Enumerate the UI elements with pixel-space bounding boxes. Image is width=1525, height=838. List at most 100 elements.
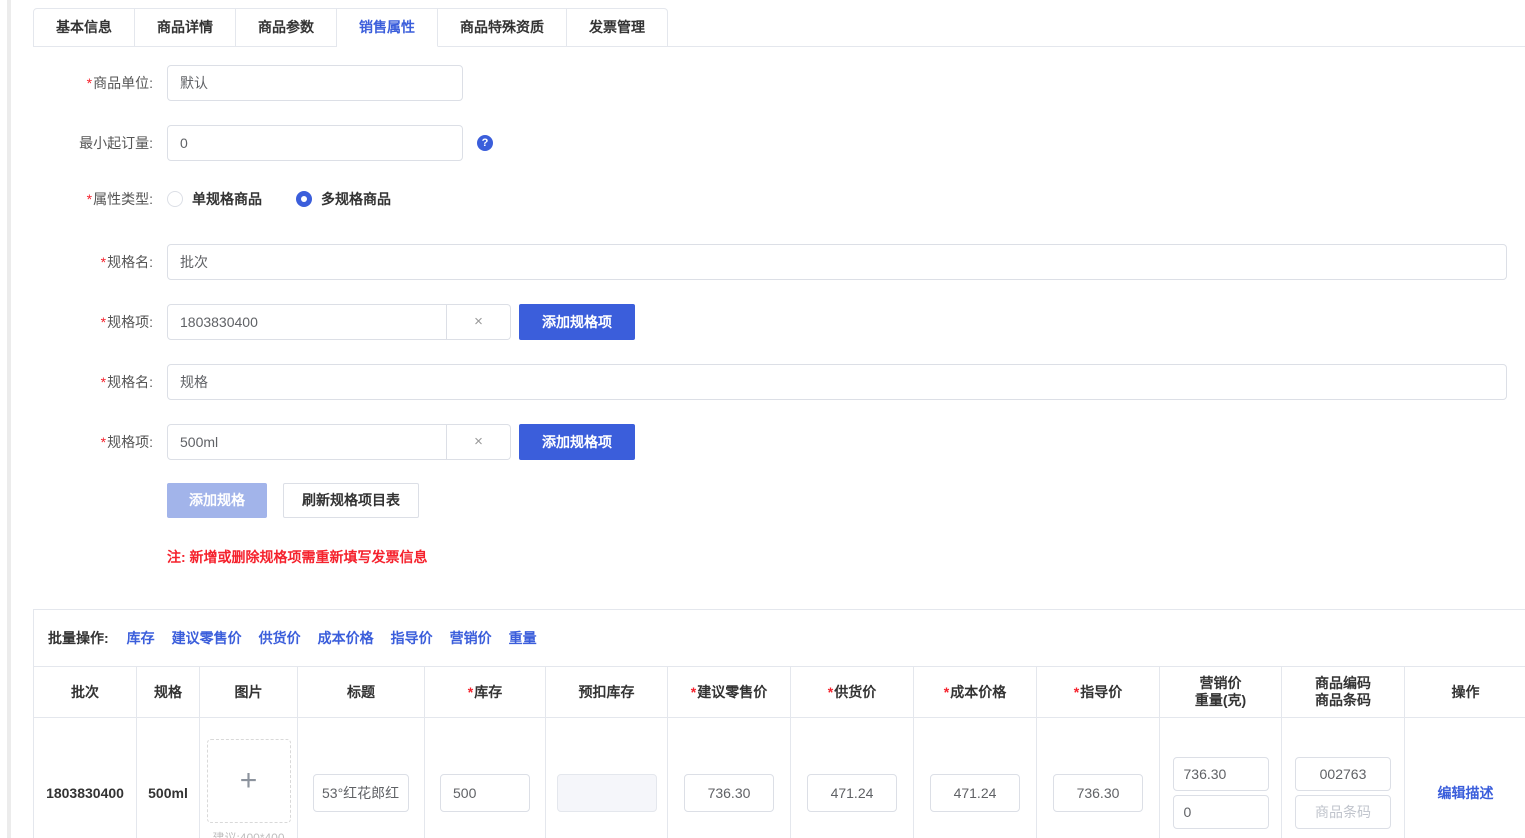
clear-icon[interactable]: × xyxy=(447,424,511,460)
cell-spec: 500ml xyxy=(137,718,200,838)
product-unit-label: *商品单位: xyxy=(33,73,153,93)
clear-icon[interactable]: × xyxy=(447,304,511,340)
batch-link-weight[interactable]: 重量 xyxy=(509,628,537,648)
header-stock: *库存 xyxy=(425,667,546,718)
add-spec-button[interactable]: 添加规格 xyxy=(167,483,267,518)
cell-marketing-weight: 736.30 0 xyxy=(1160,718,1282,838)
spec-item-input-group: 1803830400 × xyxy=(167,304,511,340)
batch-link-supply-price[interactable]: 供货价 xyxy=(259,628,301,648)
radio-single-spec[interactable]: 单规格商品 xyxy=(167,189,262,209)
cell-code-barcode: 002763 商品条码 xyxy=(1282,718,1405,838)
required-star: * xyxy=(828,684,833,701)
required-star: * xyxy=(468,684,473,701)
cell-action: 编辑描述 xyxy=(1405,718,1525,838)
required-star: * xyxy=(87,75,92,91)
batch-link-cost-price[interactable]: 成本价格 xyxy=(318,628,374,648)
spec-item-input[interactable]: 1803830400 xyxy=(167,304,447,340)
invoice-warning-note: 注: 新增或删除规格项需重新填写发票信息 xyxy=(167,547,1525,567)
batch-operations-label: 批量操作: xyxy=(48,628,109,648)
cell-image: + 建议:400*400 xyxy=(200,718,298,838)
required-star: * xyxy=(101,254,106,270)
batch-link-marketing-price[interactable]: 营销价 xyxy=(450,628,492,648)
radio-multi-spec[interactable]: 多规格商品 xyxy=(296,189,391,209)
tab-product-details[interactable]: 商品详情 xyxy=(135,8,236,47)
main-content: 基本信息 商品详情 商品参数 销售属性 商品特殊资质 发票管理 *商品单位: 默… xyxy=(33,8,1525,838)
sku-table-panel: 批量操作: 库存 建议零售价 供货价 成本价格 指导价 营销价 重量 批次 规格… xyxy=(33,609,1525,838)
cost-price-input[interactable]: 471.24 xyxy=(930,774,1020,812)
radio-multi-spec-label: 多规格商品 xyxy=(321,189,391,209)
required-star: * xyxy=(87,191,92,207)
spec-item-input[interactable]: 500ml xyxy=(167,424,447,460)
attr-type-label: *属性类型: xyxy=(33,189,153,209)
radio-checked-icon[interactable] xyxy=(296,191,312,207)
spec-item-row: *规格项: 1803830400 × 添加规格项 xyxy=(33,304,1507,340)
batch-link-suggest-price[interactable]: 建议零售价 xyxy=(172,628,242,648)
page-edge-strip xyxy=(7,0,11,838)
cell-stock: 500 xyxy=(425,718,546,838)
header-image: 图片 xyxy=(200,667,298,718)
batch-link-guide-price[interactable]: 指导价 xyxy=(391,628,433,648)
required-star: * xyxy=(691,684,696,701)
guide-price-input[interactable]: 736.30 xyxy=(1053,774,1143,812)
image-upload-hint: 建议:400*400 xyxy=(212,829,284,838)
cell-suggest-price: 736.30 xyxy=(668,718,791,838)
required-star: * xyxy=(101,314,106,330)
batch-operations-bar: 批量操作: 库存 建议零售价 供货价 成本价格 指导价 营销价 重量 xyxy=(34,610,1525,667)
help-icon[interactable]: ? xyxy=(477,135,493,151)
marketing-price-input[interactable]: 736.30 xyxy=(1173,757,1269,791)
required-star: * xyxy=(944,684,949,701)
barcode-input[interactable]: 商品条码 xyxy=(1295,795,1391,829)
spec-name-row: *规格名: 批次 xyxy=(33,244,1507,280)
required-star: * xyxy=(1074,684,1079,701)
tab-sales-attributes[interactable]: 销售属性 xyxy=(337,8,438,47)
image-upload-button[interactable]: + xyxy=(207,739,291,823)
header-title: 标题 xyxy=(298,667,425,718)
tab-invoice-management[interactable]: 发票管理 xyxy=(567,8,668,47)
cell-reserved-stock xyxy=(546,718,668,838)
spec-item-label: *规格项: xyxy=(33,432,153,452)
reserved-stock-input xyxy=(557,774,657,812)
radio-single-spec-label: 单规格商品 xyxy=(192,189,262,209)
header-batch: 批次 xyxy=(34,667,137,718)
batch-link-stock[interactable]: 库存 xyxy=(127,628,155,648)
cell-cost-price: 471.24 xyxy=(914,718,1037,838)
cell-supply-price: 471.24 xyxy=(791,718,914,838)
tab-basic-info[interactable]: 基本信息 xyxy=(33,8,135,47)
weight-input[interactable]: 0 xyxy=(1173,795,1269,829)
header-code-barcode: 商品编码商品条码 xyxy=(1282,667,1405,718)
header-cost-price: *成本价格 xyxy=(914,667,1037,718)
sales-attributes-form: *商品单位: 默认 最小起订量: 0 ? *属性类型: 单规格商品 多规格商品 … xyxy=(33,47,1525,567)
title-input[interactable]: 53°红花郎红 xyxy=(313,774,409,812)
refresh-spec-table-button[interactable]: 刷新规格项目表 xyxy=(283,483,419,518)
cell-batch: 1803830400 xyxy=(34,718,137,838)
header-supply-price: *供货价 xyxy=(791,667,914,718)
spec-item-row: *规格项: 500ml × 添加规格项 xyxy=(33,424,1507,460)
tab-special-qualifications[interactable]: 商品特殊资质 xyxy=(438,8,567,47)
edit-description-link[interactable]: 编辑描述 xyxy=(1438,783,1494,803)
spec-name-row: *规格名: 规格 xyxy=(33,364,1507,400)
required-star: * xyxy=(101,374,106,390)
required-star: * xyxy=(101,434,106,450)
add-spec-item-button[interactable]: 添加规格项 xyxy=(519,304,635,340)
min-order-label: 最小起订量: xyxy=(33,133,153,153)
header-marketing-weight: 营销价重量(克) xyxy=(1160,667,1282,718)
spec-name-input[interactable]: 批次 xyxy=(167,244,1507,280)
header-action: 操作 xyxy=(1405,667,1525,718)
tab-bar: 基本信息 商品详情 商品参数 销售属性 商品特殊资质 发票管理 xyxy=(33,8,1525,47)
add-spec-item-button[interactable]: 添加规格项 xyxy=(519,424,635,460)
tab-product-params[interactable]: 商品参数 xyxy=(236,8,337,47)
header-suggest-price: *建议零售价 xyxy=(668,667,791,718)
radio-unchecked-icon[interactable] xyxy=(167,191,183,207)
cell-guide-price: 736.30 xyxy=(1037,718,1160,838)
product-code-input[interactable]: 002763 xyxy=(1295,757,1391,791)
header-spec: 规格 xyxy=(137,667,200,718)
min-order-input[interactable]: 0 xyxy=(167,125,463,161)
attr-type-row: *属性类型: 单规格商品 多规格商品 xyxy=(33,189,1507,209)
stock-input[interactable]: 500 xyxy=(440,774,530,812)
product-unit-row: *商品单位: 默认 xyxy=(33,65,1507,101)
suggest-price-input[interactable]: 736.30 xyxy=(684,774,774,812)
table-header-row: 批次 规格 图片 标题 *库存 预扣库存 *建议零售价 *供货价 *成本价格 *… xyxy=(34,667,1525,718)
spec-name-input[interactable]: 规格 xyxy=(167,364,1507,400)
product-unit-input[interactable]: 默认 xyxy=(167,65,463,101)
supply-price-input[interactable]: 471.24 xyxy=(807,774,897,812)
